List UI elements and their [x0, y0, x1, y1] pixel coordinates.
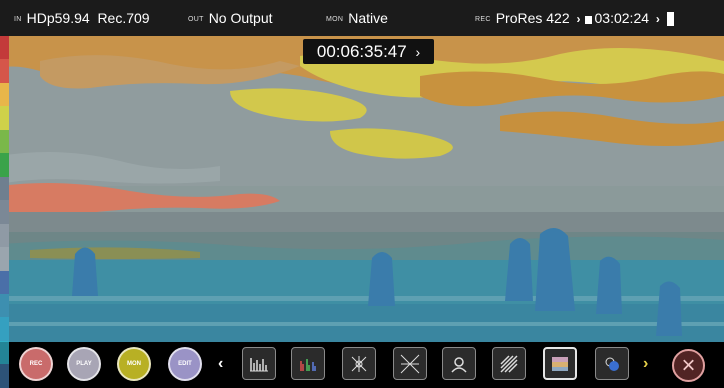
chevron-right-icon[interactable]: › [643, 355, 648, 373]
rec-mode-label: REC [29, 361, 43, 367]
waveform-tool-button[interactable] [242, 347, 276, 380]
record-codec: ProRes 422 [495, 10, 570, 26]
output-tag: OUT [188, 16, 204, 23]
output-value: No Output [208, 10, 273, 26]
false-color-scale [0, 36, 9, 388]
play-mode-label: PLAY [76, 361, 92, 367]
false-color-scale-step [0, 59, 9, 83]
monitor-tag: MON [326, 16, 344, 23]
zebra-icon [500, 354, 518, 373]
zebra-tool-button[interactable] [492, 347, 526, 380]
focus-peaking-tool-button[interactable] [442, 347, 476, 380]
focus-peaking-icon [451, 356, 467, 373]
chevron-right-icon: › [576, 12, 581, 26]
monitor-value: Native [348, 10, 388, 26]
battery-icon [666, 12, 674, 26]
false-color-scale-step [0, 270, 9, 294]
record-time-remaining: 03:02:24 [594, 10, 650, 26]
monitor-image[interactable] [0, 36, 724, 342]
timecode-display[interactable]: 00:06:35:47 › [303, 39, 434, 64]
input-tag: IN [14, 16, 22, 23]
vectorscope-zoom-icon [351, 355, 367, 372]
false-color-scale-step [0, 317, 9, 341]
output-status[interactable]: OUT No Output [188, 9, 273, 29]
play-mode-button[interactable]: PLAY [67, 347, 101, 381]
false-color-scale-step [0, 106, 9, 130]
input-format: HDp59.94 [26, 10, 90, 26]
false-color-tool-button[interactable] [543, 347, 577, 380]
blue-only-icon [605, 357, 619, 371]
false-color-scale-step [0, 247, 9, 271]
input-colorspace: Rec.709 [97, 10, 150, 26]
close-button[interactable]: × [672, 349, 705, 382]
monitor-status[interactable]: MON Native [326, 9, 388, 29]
false-color-icon [552, 356, 568, 371]
false-color-scale-step [0, 36, 9, 60]
false-color-scale-step [0, 176, 9, 201]
edit-mode-button[interactable]: EDIT [168, 347, 202, 381]
edit-mode-label: EDIT [178, 361, 192, 367]
chevron-right-icon: › [415, 44, 421, 60]
false-color-scale-step [0, 82, 9, 107]
rgb-parade-icon [300, 358, 316, 371]
false-color-scale-step [0, 153, 9, 177]
chevron-right-icon: › [655, 12, 660, 26]
timecode-value: 00:06:35:47 [316, 42, 407, 61]
rgb-parade-tool-button[interactable] [291, 347, 325, 380]
false-color-scale-step [0, 223, 9, 248]
close-icon: × [681, 351, 696, 379]
input-status[interactable]: IN HDp59.94 Rec.709 [14, 9, 150, 29]
mon-mode-label: MON [127, 361, 141, 367]
mon-mode-button[interactable]: MON [117, 347, 151, 381]
false-color-scale-step [0, 200, 9, 224]
vectorscope-tool-button[interactable] [393, 347, 427, 380]
status-bar: IN HDp59.94 Rec.709 OUT No Output MON Nativ… [0, 0, 724, 36]
vectorscope-zoom-tool-button[interactable] [342, 347, 376, 380]
chevron-left-icon[interactable]: ‹ [218, 355, 223, 373]
false-color-scale-step [0, 129, 9, 154]
blue-only-tool-button[interactable] [595, 347, 629, 380]
record-status[interactable]: REC ProRes 422 › 03:02:24 › [475, 9, 674, 29]
false-color-scale-step [0, 293, 9, 318]
rec-mode-button[interactable]: REC [19, 347, 53, 381]
media-battery-icon [584, 16, 592, 24]
waveform-icon [250, 357, 268, 371]
vectorscope-icon [400, 354, 420, 373]
record-tag: REC [475, 16, 491, 23]
